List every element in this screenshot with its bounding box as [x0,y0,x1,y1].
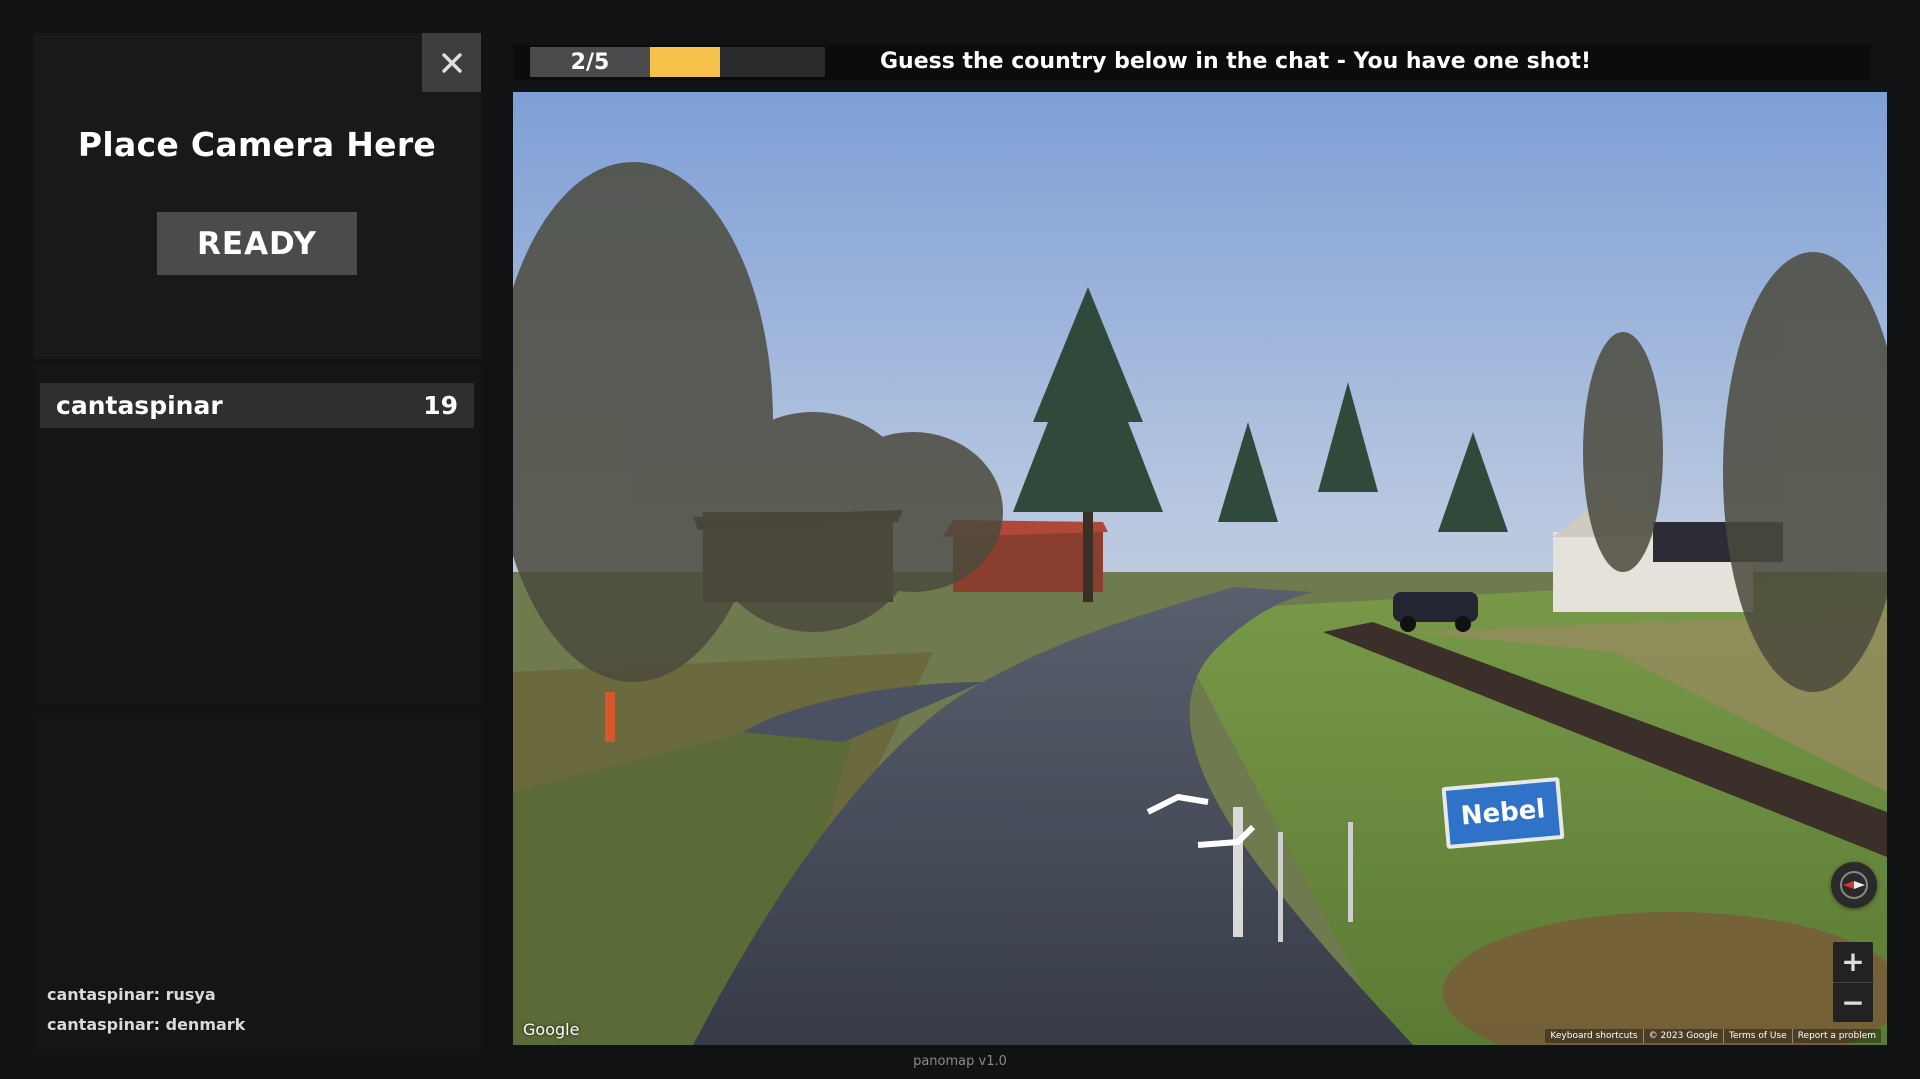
round-progress-bar [650,47,825,77]
compass-needle-icon [1840,871,1868,899]
chat-message: cantaspinar: denmark [47,1015,246,1034]
terms-link[interactable]: Terms of Use [1722,1029,1792,1043]
compass-icon[interactable] [1831,862,1877,908]
zoom-in-button[interactable]: + [1833,942,1873,983]
close-button[interactable] [422,33,481,92]
camera-panel [33,33,481,359]
navigation-arrows-icon[interactable] [1143,787,1273,857]
player-score: 19 [423,391,458,420]
leaderboard-row: cantaspinar 19 [40,383,474,428]
round-progress-fill [650,47,720,77]
place-name-sign: Nebel [1441,776,1565,850]
chat-message: cantaspinar: rusya [47,985,216,1004]
google-logo: Google [523,1020,580,1039]
camera-placeholder-title: Place Camera Here [77,125,437,164]
zoom-out-button[interactable]: − [1833,983,1873,1023]
copyright-text: © 2023 Google [1642,1029,1723,1043]
map-footer-links: Keyboard shortcuts © 2023 Google Terms o… [1545,1029,1881,1043]
chat-log: cantaspinar: rusya cantaspinar: denmark [47,980,467,1040]
keyboard-shortcuts-link[interactable]: Keyboard shortcuts [1545,1029,1642,1043]
game-instruction: Guess the country below in the chat - Yo… [880,49,1592,74]
ready-button[interactable]: READY [157,212,357,275]
close-icon [441,52,462,73]
player-name: cantaspinar [56,391,223,420]
version-label: panomap v1.0 [913,1054,1007,1069]
report-problem-link[interactable]: Report a problem [1791,1029,1881,1043]
round-counter: 2/5 [530,47,650,77]
zoom-control: + − [1833,942,1873,1022]
street-view-panorama[interactable]: Nebel + − Google Keyboard shortcuts © 20… [513,92,1887,1045]
street-scene-image [513,92,1887,1045]
